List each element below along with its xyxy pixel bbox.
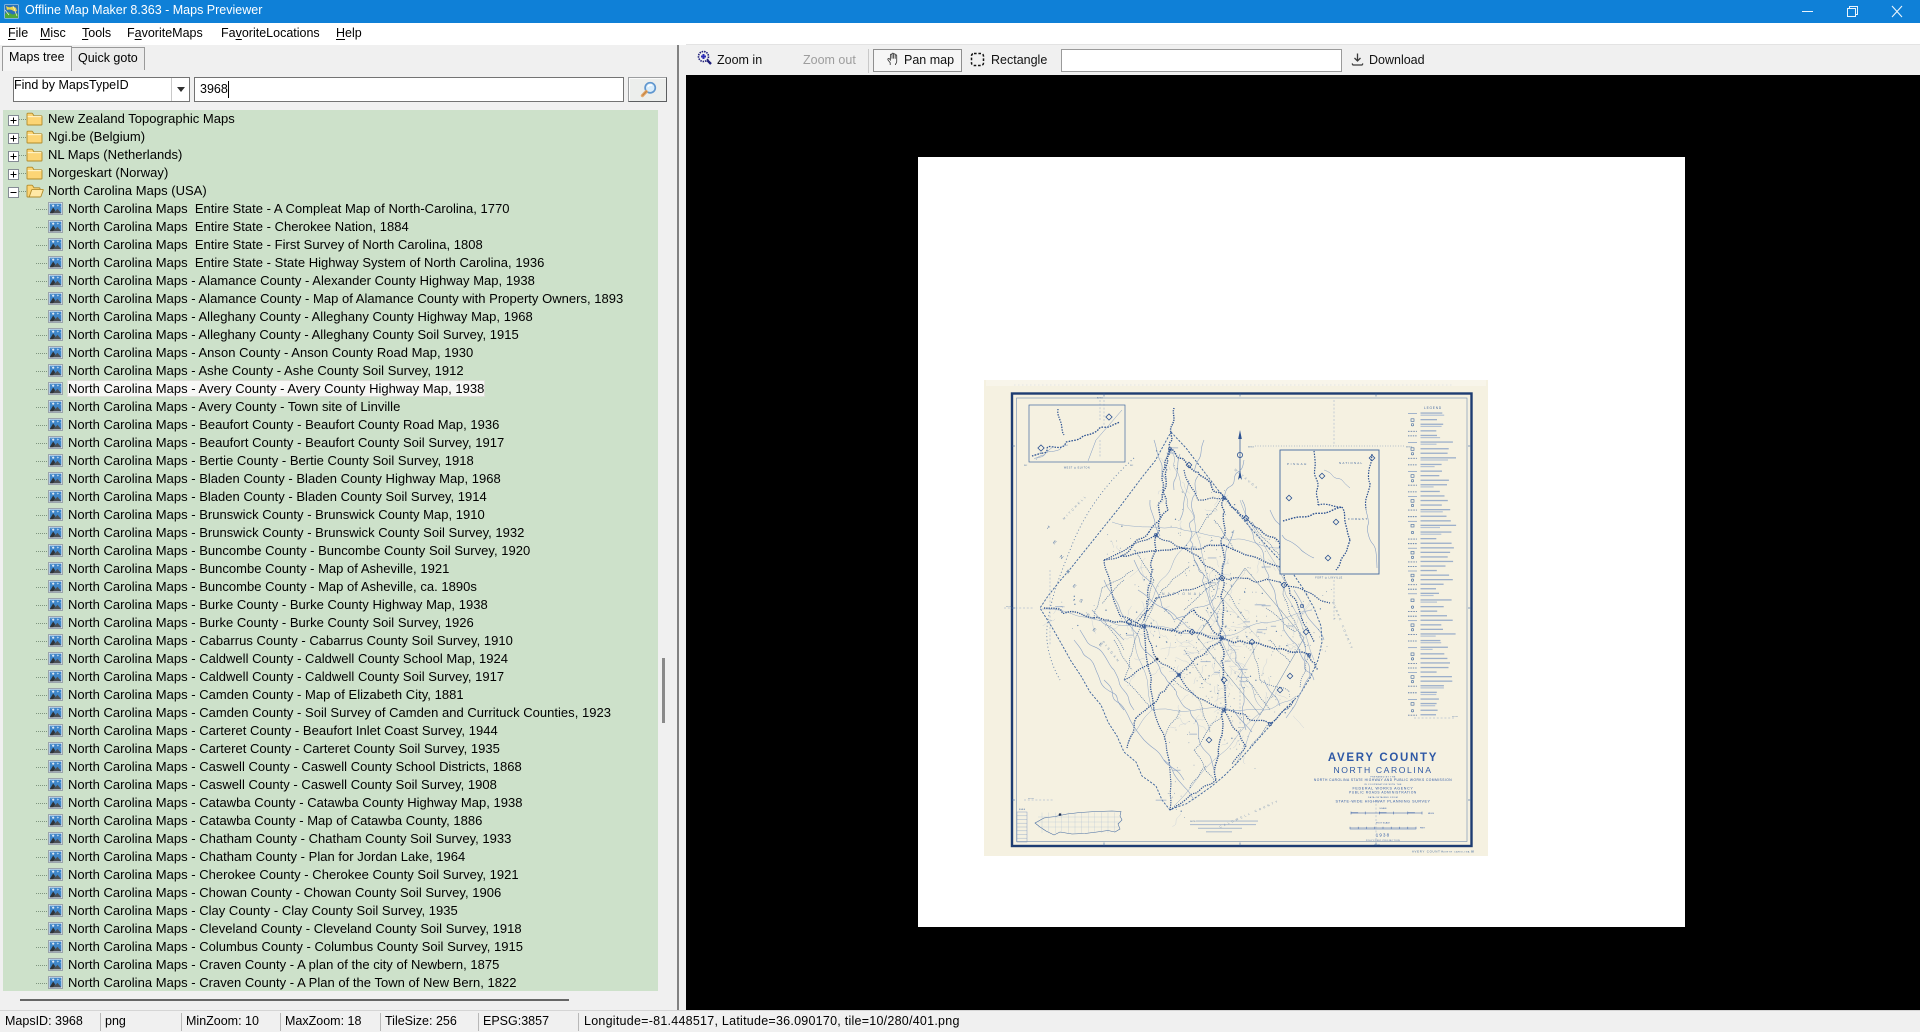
svg-text:STATE-WIDE HIGHWAY PLANNING SU: STATE-WIDE HIGHWAY PLANNING SURVEY <box>1335 799 1430 803</box>
svg-text:NORTH CAROLINA STATE HIGHWAY A: NORTH CAROLINA STATE HIGHWAY AND PUBLIC … <box>1314 778 1452 782</box>
svg-text:82°15': 82°15' <box>1097 398 1104 400</box>
svg-text:36°05': 36°05' <box>1238 727 1245 729</box>
svg-text:SCALE: SCALE <box>1379 807 1387 810</box>
svg-text:LEGEND: LEGEND <box>1424 406 1442 410</box>
svg-text:SCALE: SCALE <box>1019 808 1026 811</box>
svg-text:NOTE: NOTE <box>1190 821 1196 823</box>
svg-text:36°15': 36°15' <box>1406 447 1413 449</box>
svg-text:FORT ◎ LINVILLE: FORT ◎ LINVILLE <box>1315 577 1343 580</box>
svg-text:PISGAH: PISGAH <box>1287 462 1308 466</box>
svg-text:PUBLIC ROADS ADMINISTRATION: PUBLIC ROADS ADMINISTRATION <box>1349 791 1417 795</box>
svg-text:AVERY COUNTY: AVERY COUNTY <box>1412 850 1443 854</box>
svg-text:36°: 36° <box>1130 465 1133 467</box>
svg-text:AVERY COUNTY: AVERY COUNTY <box>1328 752 1438 764</box>
svg-text:36°05': 36°05' <box>1452 716 1459 718</box>
svg-text:NATIONAL: NATIONAL <box>1162 592 1204 596</box>
svg-text:IN COOPERATION WITH THE: IN COOPERATION WITH THE <box>1364 783 1402 786</box>
svg-text:36°05': 36°05' <box>1006 606 1013 608</box>
svg-text:36°: 36° <box>1024 465 1027 467</box>
svg-text:NORTH CAROLINA: NORTH CAROLINA <box>1333 765 1432 775</box>
svg-text:36°15': 36°15' <box>1248 447 1255 449</box>
svg-text:FEET: FEET <box>1420 828 1426 830</box>
svg-text:FOREST: FOREST <box>1348 517 1369 521</box>
svg-text:NATIONAL: NATIONAL <box>1339 461 1363 465</box>
svg-text:MILES: MILES <box>1428 813 1435 815</box>
svg-text:36°05': 36°05' <box>1028 798 1035 800</box>
svg-text:36°05': 36°05' <box>1374 844 1381 846</box>
svg-text:WEST ◎ ELKTON: WEST ◎ ELKTON <box>1064 467 1090 470</box>
svg-text:FOOT SCALE: FOOT SCALE <box>1376 822 1390 825</box>
svg-text:POLYCONIC PROJECTION: POLYCONIC PROJECTION <box>1366 840 1400 842</box>
svg-text:1938: 1938 <box>1376 833 1391 838</box>
svg-text:NORTH CAROLINA: NORTH CAROLINA <box>1442 851 1470 854</box>
